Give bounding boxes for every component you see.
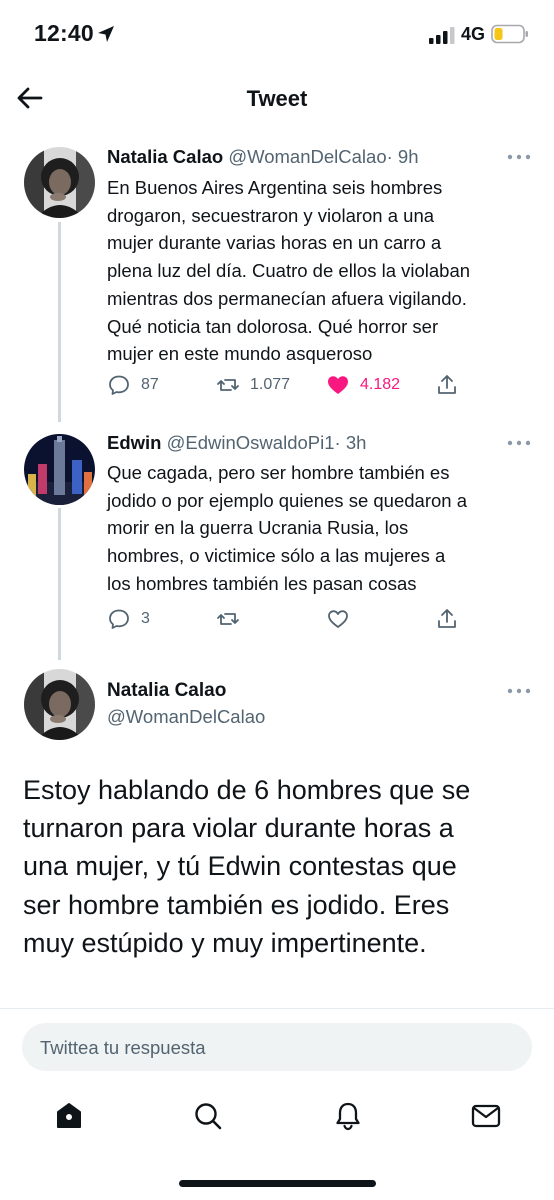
avatar[interactable] [24, 147, 95, 218]
notifications-icon[interactable] [330, 1098, 366, 1134]
reply-count: 3 [141, 610, 150, 627]
tweet-text: En Buenos Aires Argentina seis hombres d… [107, 174, 527, 368]
tweet-text-line: Qué noticia tan dolorosa. Qué horror ser [107, 315, 439, 337]
author-handle[interactable]: @WomanDelCalao [228, 146, 386, 167]
tweet-time: · 3h [334, 432, 367, 453]
author-name[interactable]: Natalia Calao [107, 680, 226, 702]
author-handle[interactable]: @EdwinOswaldoPi1 [167, 432, 335, 453]
share-button[interactable] [435, 607, 459, 631]
tweet-text-line: drogaron, secuestraron y violaron a una [107, 204, 435, 226]
tweet-text-line: En Buenos Aires Argentina seis hombres [107, 177, 443, 198]
avatar[interactable] [24, 669, 95, 740]
location-arrow-icon [98, 26, 114, 42]
tweet-text-line: los hombres también les pasan cosas [107, 572, 417, 594]
retweet-button[interactable]: 1.077 [216, 373, 290, 397]
home-indicator [179, 1180, 376, 1187]
more-options-icon[interactable] [506, 438, 532, 448]
like-button[interactable] [326, 607, 350, 631]
messages-icon[interactable] [468, 1098, 504, 1134]
page-title: Tweet [246, 86, 308, 111]
network-type: 4G [461, 24, 486, 44]
tweet-text-line: Estoy hablando de 6 hombres que se [23, 775, 471, 805]
retweet-icon [217, 613, 239, 625]
author-name[interactable]: Natalia Calao [107, 146, 223, 167]
reply-button[interactable]: 3 [107, 607, 150, 631]
home-icon[interactable] [51, 1098, 87, 1134]
more-options-icon[interactable] [506, 152, 532, 162]
main-tweet-text: Estoy hablando de 6 hombres que se turna… [23, 771, 531, 962]
tweet-text-line: plena luz del día. Cuatro de ellos la vi… [107, 260, 471, 282]
share-icon [438, 375, 456, 394]
tweet-text-line: una mujer, y tú Edwin contestas que [23, 851, 457, 882]
tweet-author: Edwin @EdwinOswaldoPi1· 3h [107, 432, 366, 454]
reply-icon [109, 375, 129, 395]
signal-icon [429, 27, 455, 44]
avatar[interactable] [24, 434, 95, 505]
author-handle[interactable]: @WomanDelCalao [107, 706, 265, 728]
battery-icon [491, 24, 528, 44]
tweet-text-line: turnaron para violar durante horas a [23, 813, 454, 844]
tweet-author: Natalia Calao @WomanDelCalao· 9h [107, 146, 419, 168]
tweet-text-line: mujer durante varias horas en un carro a [107, 232, 442, 254]
tweet-header: Tweet [0, 70, 554, 130]
tweet-text: Que cagada, pero ser hombre también es j… [107, 459, 527, 598]
reply-button[interactable]: 87 [107, 373, 159, 397]
retweet-icon [217, 379, 239, 391]
reply-input[interactable]: Twittea tu respuesta [22, 1023, 532, 1071]
thread-line [58, 222, 61, 422]
tweet-text-line: hombres, o victimice sólo a las mujeres … [107, 545, 446, 567]
tweet-time: · 9h [386, 146, 419, 167]
tweet-text-line: mientras dos permanecían afuera vigiland… [107, 287, 467, 309]
heart-filled-icon [328, 376, 348, 394]
reply-icon [109, 609, 129, 629]
tweet-text-line: jodido o por ejemplo quienes se quedaron… [107, 489, 467, 511]
reply-count: 87 [141, 376, 159, 393]
share-icon [438, 609, 456, 628]
share-button[interactable] [435, 373, 459, 397]
like-count: 4.182 [360, 376, 401, 393]
heart-outline-icon [328, 610, 348, 628]
more-options-icon[interactable] [506, 686, 532, 696]
retweet-button[interactable] [216, 607, 240, 631]
retweet-count: 1.077 [250, 376, 291, 393]
tweet-text-line: morir en la guerra Ucrania Rusia, los [107, 517, 409, 539]
status-bar: 12:40 4G [0, 0, 554, 70]
reply-placeholder: Twittea tu respuesta [40, 1037, 206, 1058]
tweet-text-line: Que cagada, pero ser hombre también es [107, 462, 450, 483]
thread-line [58, 508, 61, 660]
like-button[interactable]: 4.182 [326, 373, 400, 397]
search-icon[interactable] [190, 1098, 226, 1134]
tweet-text-line: muy estúpido y muy impertinente. [23, 927, 427, 958]
divider [0, 1008, 554, 1009]
tab-bar [0, 1090, 554, 1150]
status-time: 12:40 [34, 20, 94, 46]
tweet-text-line: ser hombre también es jodido. Eres [23, 889, 450, 920]
tweet-text-line: mujer en este mundo asqueroso [107, 343, 373, 365]
author-name[interactable]: Edwin [107, 432, 161, 453]
